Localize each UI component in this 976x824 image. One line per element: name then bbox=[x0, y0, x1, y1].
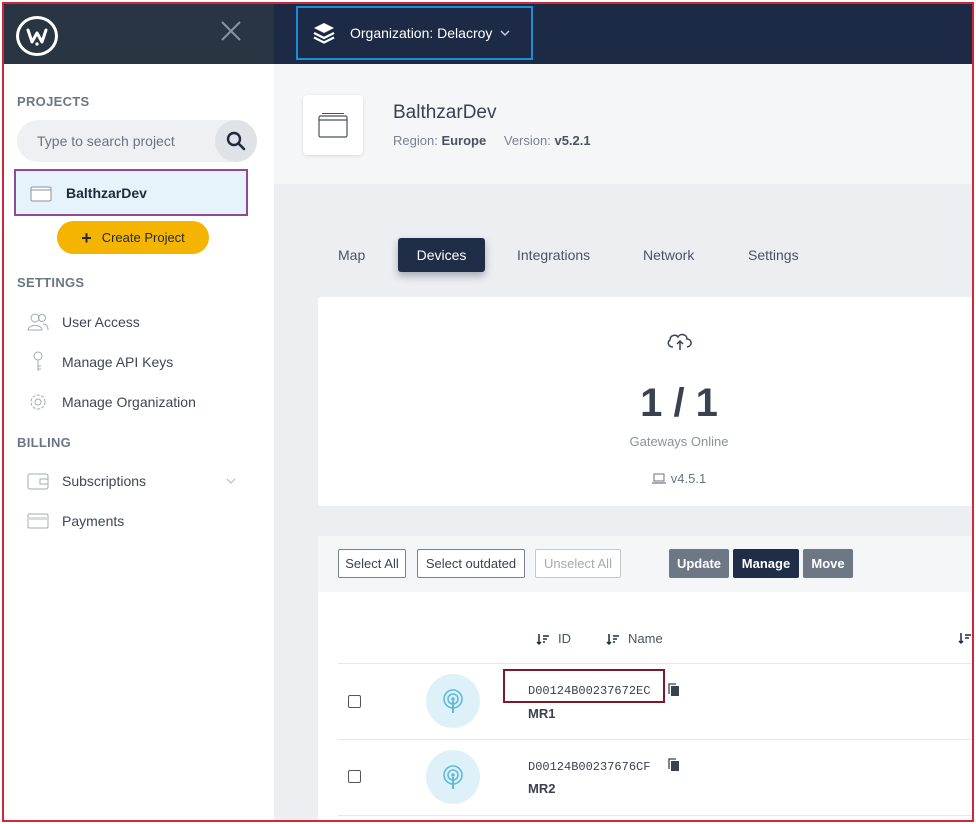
close-icon[interactable] bbox=[220, 20, 242, 42]
column-header-name[interactable]: Name bbox=[606, 631, 663, 646]
key-icon bbox=[26, 351, 50, 373]
update-button[interactable]: Update bbox=[669, 549, 729, 578]
app-logo[interactable] bbox=[16, 16, 58, 56]
gateway-icon bbox=[426, 674, 480, 728]
gear-icon bbox=[26, 391, 50, 413]
project-title: BalthzarDev bbox=[393, 102, 497, 123]
region-value: Europe bbox=[441, 133, 487, 148]
copy-icon[interactable] bbox=[668, 683, 680, 697]
project-header bbox=[274, 64, 974, 184]
device-name[interactable]: MR1 bbox=[528, 706, 555, 721]
project-folder-icon bbox=[30, 186, 52, 201]
row-divider bbox=[338, 815, 974, 816]
region-label: Region: bbox=[393, 133, 438, 148]
search-button[interactable] bbox=[215, 120, 257, 162]
gateways-online-label: Gateways Online bbox=[629, 434, 729, 449]
gateway-version: v4.5.1 bbox=[318, 471, 976, 486]
layers-icon bbox=[313, 23, 335, 44]
nav-label: Subscriptions bbox=[62, 473, 147, 489]
project-item-label: BalthzarDev bbox=[66, 184, 147, 201]
tab-devices[interactable]: Devices bbox=[398, 238, 485, 272]
create-project-label: Create Project bbox=[101, 230, 185, 245]
cloud-upload-icon bbox=[667, 333, 692, 350]
tab-map[interactable]: Map bbox=[338, 238, 365, 272]
row-checkbox[interactable] bbox=[348, 695, 361, 708]
project-thumbnail bbox=[303, 95, 363, 155]
devices-toolbar: Select All Select outdated Unselect All … bbox=[318, 536, 974, 592]
tab-integrations[interactable]: Integrations bbox=[517, 238, 590, 272]
sidebar-item-subscriptions[interactable]: Subscriptions bbox=[26, 468, 146, 494]
project-search-input[interactable] bbox=[17, 120, 217, 162]
sidebar: PROJECTS BalthzarDev + Create Project SE… bbox=[4, 64, 274, 820]
copy-icon[interactable] bbox=[668, 758, 680, 772]
project-meta: Region: Europe Version: v5.2.1 bbox=[393, 133, 591, 148]
tab-settings[interactable]: Settings bbox=[748, 238, 799, 272]
device-id-highlight bbox=[503, 669, 665, 703]
gateway-version-value: v4.5.1 bbox=[670, 471, 707, 486]
sidebar-item-manage-api-keys[interactable]: Manage API Keys bbox=[26, 349, 173, 375]
version-label: Version: bbox=[503, 133, 551, 148]
select-all-button[interactable]: Select All bbox=[338, 549, 406, 578]
gateways-online-count: 1 / 1 bbox=[640, 381, 718, 425]
column-header-id[interactable]: ID bbox=[536, 631, 571, 646]
users-icon bbox=[26, 311, 50, 333]
settings-section-title: SETTINGS bbox=[17, 275, 85, 290]
sort-desc-icon bbox=[536, 633, 549, 645]
device-name[interactable]: MR2 bbox=[528, 781, 555, 796]
project-search bbox=[17, 120, 257, 162]
gateway-icon bbox=[426, 750, 480, 804]
nav-label: Payments bbox=[62, 513, 125, 529]
column-id-label: ID bbox=[558, 631, 571, 646]
chevron-down-icon bbox=[500, 30, 510, 37]
organization-label: Organization: Delacroy bbox=[350, 25, 493, 41]
select-outdated-button[interactable]: Select outdated bbox=[417, 549, 525, 578]
manage-button[interactable]: Manage bbox=[733, 549, 799, 578]
chevron-down-icon[interactable] bbox=[226, 476, 236, 486]
sidebar-item-user-access[interactable]: User Access bbox=[26, 309, 140, 335]
row-divider bbox=[338, 739, 974, 740]
unselect-all-button[interactable]: Unselect All bbox=[535, 549, 621, 578]
header-divider bbox=[338, 663, 974, 664]
wallet-icon bbox=[26, 470, 50, 492]
row-checkbox[interactable] bbox=[348, 770, 361, 783]
create-project-button[interactable]: + Create Project bbox=[57, 221, 209, 254]
projects-section-title: PROJECTS bbox=[17, 94, 90, 109]
project-folder-icon bbox=[318, 113, 348, 138]
credit-card-icon bbox=[26, 510, 50, 532]
gateways-card: 1 / 1 Gateways Online v4.5.1 bbox=[318, 297, 974, 506]
column-header-sort[interactable] bbox=[958, 631, 976, 645]
nav-label: Manage Organization bbox=[62, 394, 196, 410]
device-id: D00124B00237676CF bbox=[528, 760, 651, 774]
sidebar-item-manage-organization[interactable]: Manage Organization bbox=[26, 389, 196, 415]
plus-icon: + bbox=[81, 227, 92, 248]
sort-desc-icon bbox=[606, 633, 619, 645]
logo-icon bbox=[26, 28, 48, 46]
nav-label: Manage API Keys bbox=[62, 354, 174, 370]
sort-desc-icon bbox=[958, 633, 971, 645]
move-button[interactable]: Move bbox=[803, 549, 853, 578]
sidebar-project-balthzardev[interactable]: BalthzarDev bbox=[14, 169, 248, 216]
billing-section-title: BILLING bbox=[17, 435, 72, 450]
organization-switcher[interactable]: Organization: Delacroy bbox=[296, 6, 533, 60]
search-icon bbox=[226, 131, 246, 151]
laptop-icon bbox=[651, 473, 666, 484]
tab-network[interactable]: Network bbox=[643, 238, 694, 272]
sidebar-item-payments[interactable]: Payments bbox=[26, 508, 124, 534]
column-name-label: Name bbox=[628, 631, 663, 646]
version-value: v5.2.1 bbox=[554, 133, 591, 148]
nav-label: User Access bbox=[62, 314, 140, 330]
